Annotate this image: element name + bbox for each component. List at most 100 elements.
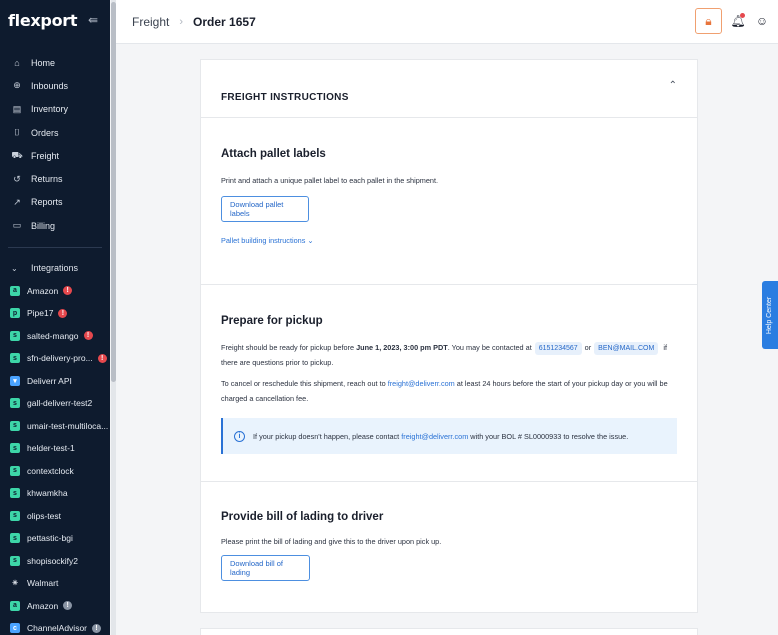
pallet-building-instructions-link[interactable]: Pallet building instructions ⌄ [221, 236, 677, 245]
attach-text: Print and attach a unique pallet label t… [221, 176, 439, 185]
shopify-icon: s [10, 398, 20, 409]
integration-item[interactable]: a Amazon! [0, 594, 110, 617]
cancel-email-link[interactable]: freight@deliverr.com [388, 379, 455, 388]
sidebar-item-billing[interactable]: ▭ Billing [0, 214, 110, 237]
pickup-heading: Prepare for pickup [221, 315, 323, 327]
integration-label: shopisockify2 [27, 555, 79, 566]
integration-item[interactable]: c ChannelAdvisor! [0, 617, 110, 635]
integration-item[interactable]: s khwamkha [0, 482, 110, 505]
email-chip: BEN@MAIL.COM [594, 342, 659, 355]
sidebar-divider [8, 247, 102, 249]
integration-item[interactable]: s olips-test [0, 504, 110, 527]
logo-row: flexport ⇚ [0, 0, 110, 40]
info-email-link[interactable]: freight@deliverr.com [401, 432, 468, 441]
pipe17-icon: p [10, 308, 20, 319]
integration-label: helder-test-1 [27, 443, 75, 454]
next-card [200, 628, 698, 635]
bol-text: Please print the bill of lading and give… [221, 537, 442, 546]
integration-item[interactable]: s pettastic-bgi [0, 527, 110, 550]
card-title: FREIGHT INSTRUCTIONS [221, 92, 349, 103]
logo[interactable]: flexport [8, 11, 78, 30]
cancel-text-a: To cancel or reschedule this shipment, r… [221, 379, 388, 388]
integration-item[interactable]: ▾ Deliverr API [0, 369, 110, 392]
shopify-icon: s [10, 443, 20, 454]
deliverr-icon: ▾ [10, 375, 20, 386]
inbounds-icon: ⊕ [13, 80, 21, 91]
integration-label: salted-mango [27, 330, 79, 341]
top-header: Freight › Order 1657 🔒︎ 🔔︎ ☺ [116, 0, 778, 44]
integration-label: ChannelAdvisor [27, 623, 88, 634]
sidebar-nav: ⌂ Home ⊕ Inbounds ▤ Inventory ⌷ Orders ⛟ Freight ↺… [0, 51, 110, 237]
sidebar-item-label: Inventory [31, 104, 69, 115]
collapse-sidebar-icon[interactable]: ⇚ [88, 13, 98, 27]
integration-label: Amazon [27, 600, 59, 611]
integration-label: olips-test [27, 510, 62, 521]
sidebar-item-inventory[interactable]: ▤ Inventory [0, 98, 110, 121]
integrations-toggle[interactable]: ⌄ Integrations [0, 257, 110, 279]
shopify-icon: s [10, 533, 20, 544]
bill-of-lading-section: Provide bill of lading to driver Please … [201, 482, 697, 613]
integration-item[interactable]: s sfn-delivery-pro...! [0, 347, 110, 370]
sidebar-item-returns[interactable]: ↺ Returns [0, 167, 110, 190]
attach-heading: Attach pallet labels [221, 148, 326, 160]
download-pallet-labels-button[interactable]: Download pallet labels [221, 196, 309, 222]
sidebar-item-label: Billing [31, 220, 56, 231]
integrations-list: a Amazon! p Pipe17! s salted-mango! s sfn-deliv… [0, 279, 110, 635]
reports-icon: ↗ [13, 196, 21, 207]
sidebar-item-label: Orders [31, 127, 59, 138]
help-center-tab[interactable]: Help Center [762, 281, 778, 349]
integration-item[interactable]: s gall-deliverr-test2 [0, 392, 110, 415]
integration-label: khwamkha [27, 488, 68, 499]
user-icon: ☺ [755, 14, 769, 28]
integrations-label: Integrations [31, 263, 79, 274]
alert-badge-icon: ! [97, 353, 107, 363]
account-button[interactable]: ☺ [754, 13, 770, 29]
sidebar-item-label: Home [31, 57, 56, 68]
sidebar-scrollbar[interactable] [111, 2, 116, 382]
sidebar-item-reports[interactable]: ↗ Reports [0, 191, 110, 214]
shopify-icon: s [10, 353, 20, 364]
sidebar-item-label: Returns [31, 174, 63, 185]
freight-icon: ⛟ [11, 149, 23, 160]
alert-badge-icon: ! [83, 331, 93, 341]
sidebar-item-freight[interactable]: ⛟ Freight [0, 144, 110, 167]
integration-item[interactable]: a Amazon! [0, 279, 110, 302]
integration-item[interactable]: ✳ Walmart [0, 572, 110, 595]
alert-badge-icon: ! [58, 308, 68, 318]
integration-item[interactable]: s helder-test-1 [0, 437, 110, 460]
help-center-label: Help Center [766, 296, 774, 334]
sidebar-item-home[interactable]: ⌂ Home [0, 51, 110, 74]
shopify-icon: s [10, 465, 20, 476]
info-text-a: If your pickup doesn't happen, please co… [253, 431, 402, 441]
integration-item[interactable]: s umair-test-multiloca... [0, 414, 110, 437]
notifications-button[interactable]: 🔔︎ [730, 13, 746, 29]
integration-label: pettastic-bgi [27, 533, 73, 544]
integration-label: umair-test-multiloca... [27, 420, 109, 431]
pickup-text-a: Freight should be ready for pickup befor… [221, 343, 357, 352]
lock-button[interactable]: 🔒︎ [695, 8, 722, 34]
integration-item[interactable]: p Pipe17! [0, 302, 110, 325]
integration-label: Deliverr API [27, 375, 72, 386]
sidebar-item-label: Reports [31, 197, 63, 208]
integration-item[interactable]: s contextclock [0, 459, 110, 482]
bol-heading: Provide bill of lading to driver [221, 511, 384, 523]
integration-item[interactable]: s salted-mango! [0, 324, 110, 347]
home-icon: ⌂ [14, 57, 20, 68]
integration-label: gall-deliverr-test2 [27, 398, 93, 409]
breadcrumb-freight[interactable]: Freight [132, 15, 169, 29]
download-bill-of-lading-button[interactable]: Download bill of lading [221, 555, 310, 581]
pallet-instructions-label: Pallet building instructions [221, 236, 306, 245]
amazon-icon: a [10, 285, 20, 296]
or-text: or [584, 343, 592, 352]
integration-item[interactable]: s shopisockify2 [0, 549, 110, 572]
page-title: Order 1657 [193, 14, 256, 29]
pickup-text-b: . You may be contacted at [447, 343, 532, 352]
info-text-b: with your BOL # SL0000933 to resolve the… [468, 431, 629, 441]
chevron-up-icon[interactable]: ⌃ [669, 80, 677, 91]
integration-label: sfn-delivery-pro... [27, 353, 93, 364]
sidebar-item-inbounds[interactable]: ⊕ Inbounds [0, 74, 110, 97]
sidebar-item-orders[interactable]: ⌷ Orders [0, 121, 110, 144]
alert-badge-icon: ! [63, 286, 73, 296]
card-header[interactable]: FREIGHT INSTRUCTIONS ⌃ [201, 60, 697, 118]
integration-label: contextclock [27, 465, 74, 476]
